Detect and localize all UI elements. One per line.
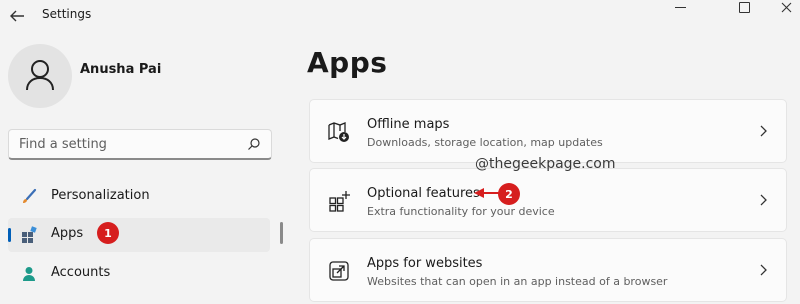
chevron-right-icon — [760, 264, 767, 276]
brush-icon — [23, 188, 37, 203]
chevron-right-icon — [760, 125, 767, 137]
optional-features-card[interactable]: Optional features Extra functionality fo… — [309, 168, 787, 232]
sidebar-item-personalization[interactable]: Personalization — [8, 180, 270, 214]
card-title: Optional features — [367, 186, 480, 201]
close-button[interactable] — [764, 0, 800, 14]
card-title: Offline maps — [367, 117, 450, 132]
annotation-badge-2: 2 — [498, 183, 520, 205]
sidebar-item-accounts[interactable]: Accounts — [8, 257, 270, 291]
sidebar-item-apps[interactable]: Apps — [8, 218, 270, 252]
search-placeholder: Find a setting — [19, 137, 107, 152]
apps-for-websites-card[interactable]: Apps for websites Websites that can open… — [309, 238, 787, 302]
window-title: Settings — [42, 7, 92, 21]
add-grid-icon — [329, 191, 350, 212]
back-button[interactable] — [8, 8, 28, 26]
card-subtitle: Websites that can open in an app instead… — [367, 275, 668, 288]
close-icon — [781, 2, 791, 12]
sidebar-item-label: Accounts — [51, 265, 111, 280]
avatar[interactable] — [8, 44, 72, 108]
minimize-button[interactable] — [658, 0, 702, 14]
active-indicator — [8, 228, 11, 242]
card-subtitle: Extra functionality for your device — [367, 205, 555, 218]
person-icon — [26, 60, 54, 91]
open-window-icon — [329, 261, 349, 281]
map-download-icon — [328, 122, 349, 142]
maximize-icon — [738, 1, 750, 13]
sidebar-scrollbar[interactable] — [280, 222, 283, 244]
maximize-button[interactable] — [722, 0, 766, 14]
card-subtitle: Downloads, storage location, map updates — [367, 136, 603, 149]
back-arrow-icon — [10, 10, 24, 22]
card-title: Apps for websites — [367, 256, 483, 271]
sidebar-item-label: Personalization — [51, 188, 150, 203]
chevron-right-icon — [760, 194, 767, 206]
watermark: @thegeekpage.com — [475, 156, 616, 172]
sidebar-item-label: Apps — [51, 226, 84, 241]
search-input[interactable]: Find a setting — [8, 129, 272, 160]
search-icon — [248, 138, 260, 150]
page-title: Apps — [307, 46, 388, 79]
minimize-icon — [674, 6, 686, 8]
annotation-badge-1: 1 — [97, 222, 119, 244]
apps-icon — [22, 226, 37, 243]
offline-maps-card[interactable]: Offline maps Downloads, storage location… — [309, 99, 787, 163]
user-name: Anusha Pai — [80, 62, 162, 77]
person-icon — [23, 267, 35, 281]
